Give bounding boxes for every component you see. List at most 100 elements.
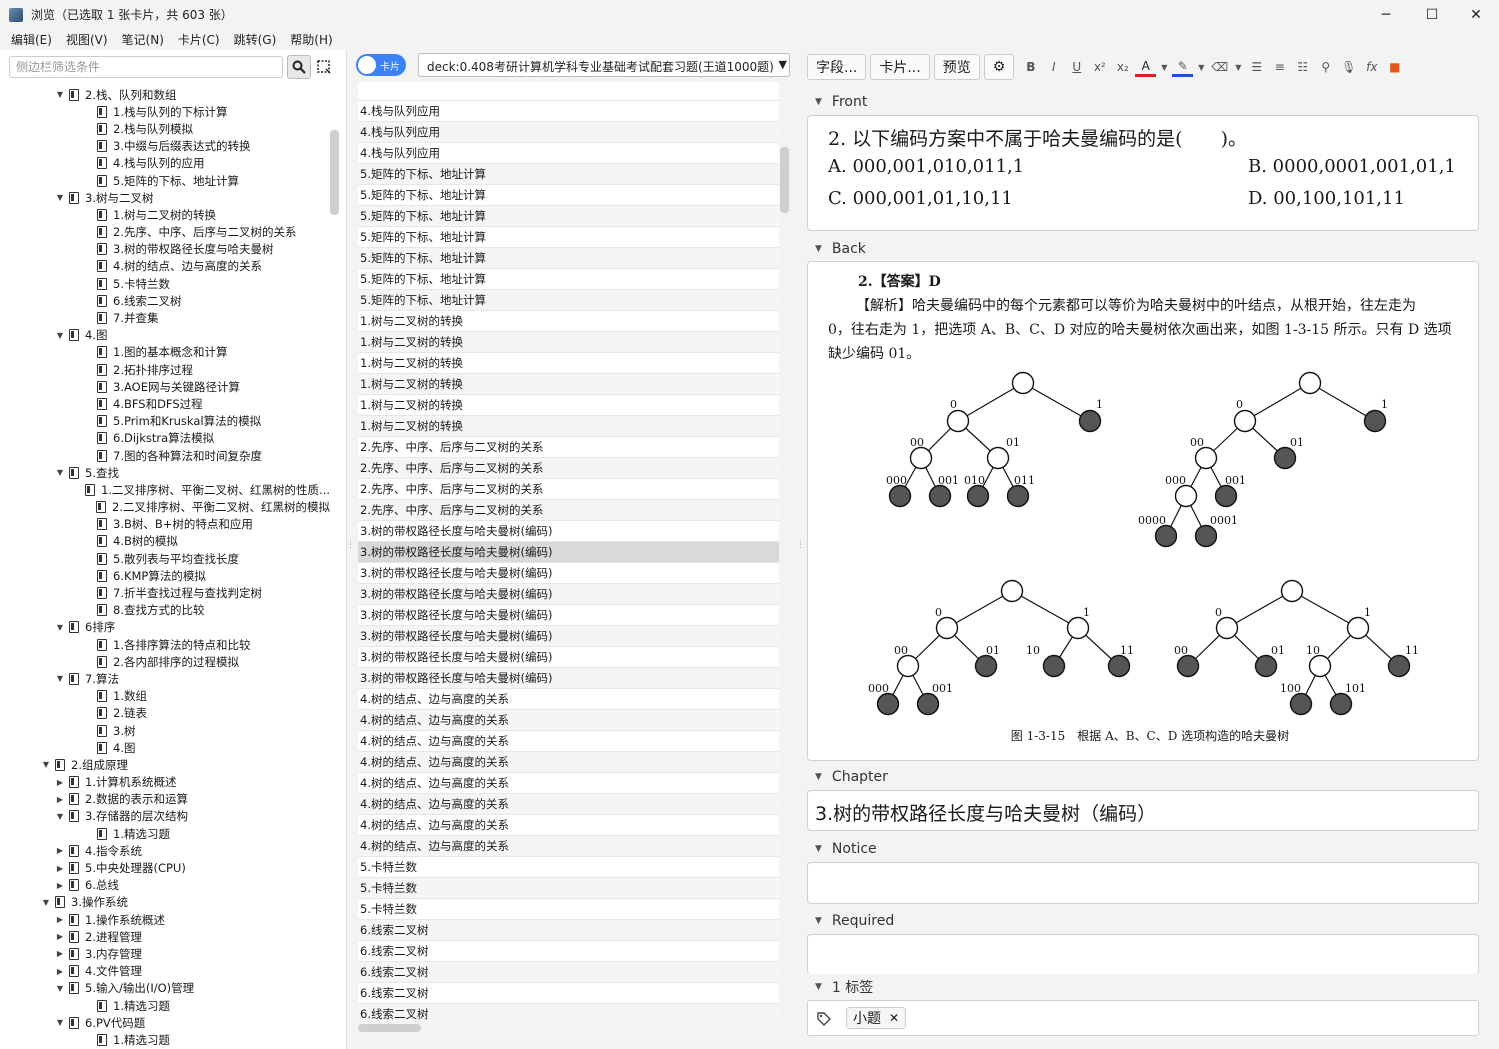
sidebar-tree-item[interactable]: 3.B树、B+树的特点和应用 bbox=[0, 516, 330, 533]
sidebar-tree-item[interactable]: ▼ 5.查找 bbox=[0, 464, 330, 481]
expand-arrow-icon[interactable]: ▶ bbox=[54, 932, 66, 941]
tag-editor[interactable]: 小题 ✕ bbox=[807, 1000, 1479, 1036]
collapse-arrow-icon[interactable]: ▼ bbox=[40, 760, 52, 769]
card-row[interactable]: 3.树的带权路径长度与哈夫曼树(编码) bbox=[358, 542, 779, 563]
card-list-scrollbar[interactable] bbox=[780, 147, 789, 213]
card-row[interactable]: 3.树的带权路径长度与哈夫曼树(编码) bbox=[358, 584, 779, 605]
sidebar-tree-item[interactable]: 5.矩阵的下标、地址计算 bbox=[0, 172, 330, 189]
card-row[interactable]: 2.先序、中序、后序与二叉树的关系 bbox=[358, 500, 779, 521]
expand-arrow-icon[interactable]: ▶ bbox=[54, 881, 66, 890]
sidebar-tree-item[interactable]: ▶ 6.总线 bbox=[0, 877, 330, 894]
card-row[interactable]: 4.树的结点、边与高度的关系 bbox=[358, 752, 779, 773]
sidebar-tree-item[interactable]: 2.拓扑排序过程 bbox=[0, 361, 330, 378]
sidebar-tree-item[interactable]: 7.折半查找过程与查找判定树 bbox=[0, 584, 330, 601]
sidebar-tree-item[interactable]: ▼ 3.存储器的层次结构 bbox=[0, 808, 330, 825]
card-row[interactable]: 3.树的带权路径长度与哈夫曼树(编码) bbox=[358, 605, 779, 626]
expand-arrow-icon[interactable]: ▶ bbox=[54, 967, 66, 976]
field-label-front[interactable]: ▼ Front bbox=[815, 94, 867, 110]
card-row[interactable]: 4.栈与队列应用 bbox=[358, 143, 779, 164]
sidebar-tree-item[interactable]: 5.散列表与平均查找长度 bbox=[0, 550, 330, 567]
card-row[interactable]: 5.矩阵的下标、地址计算 bbox=[358, 290, 779, 311]
card-row[interactable]: 2.先序、中序、后序与二叉树的关系 bbox=[358, 479, 779, 500]
card-row[interactable]: 4.树的结点、边与高度的关系 bbox=[358, 689, 779, 710]
sidebar-tree-item[interactable]: 6.KMP算法的模拟 bbox=[0, 567, 330, 584]
collapse-arrow-icon[interactable]: ▼ bbox=[54, 812, 66, 821]
sidebar-tree-item[interactable]: 6.Dijkstra算法模拟 bbox=[0, 430, 330, 447]
sidebar-tree-item[interactable]: 1.图的基本概念和计算 bbox=[0, 344, 330, 361]
sidebar-tree-item[interactable]: 2.先序、中序、后序与二叉树的关系 bbox=[0, 224, 330, 241]
card-row[interactable]: 6.线索二叉树 bbox=[358, 941, 779, 962]
sidebar-tree-item[interactable]: ▼ 6排序 bbox=[0, 619, 330, 636]
card-row[interactable]: 1.树与二叉树的转换 bbox=[358, 311, 779, 332]
sidebar-tree-item[interactable]: 1.各排序算法的特点和比较 bbox=[0, 636, 330, 653]
collapse-arrow-icon[interactable]: ▼ bbox=[54, 623, 66, 632]
front-field[interactable]: 2. 以下编码方案中不属于哈夫曼编码的是( )。 A. 000,001,010,… bbox=[807, 115, 1479, 231]
bold-icon[interactable]: B bbox=[1020, 55, 1041, 79]
card-row[interactable]: 2.先序、中序、后序与二叉树的关系 bbox=[358, 458, 779, 479]
expand-arrow-icon[interactable]: ▶ bbox=[54, 864, 66, 873]
sidebar-tree-item[interactable]: ▼ 5.输入/输出(I/O)管理 bbox=[0, 980, 330, 997]
field-label-notice[interactable]: ▼ Notice bbox=[815, 841, 877, 857]
card-row[interactable]: 5.矩阵的下标、地址计算 bbox=[358, 269, 779, 290]
card-row[interactable]: 3.树的带权路径长度与哈夫曼树(编码) bbox=[358, 647, 779, 668]
sidebar-tree-item[interactable]: 2.链表 bbox=[0, 705, 330, 722]
card-row[interactable]: 5.卡特兰数 bbox=[358, 878, 779, 899]
sidebar-select-button[interactable] bbox=[316, 59, 332, 75]
card-row[interactable]: 4.树的结点、边与高度的关系 bbox=[358, 794, 779, 815]
chevron-down-icon[interactable]: ▼ bbox=[1195, 55, 1207, 79]
eraser-icon[interactable]: ⌫ bbox=[1209, 55, 1230, 79]
chevron-down-icon[interactable]: ▼ bbox=[815, 772, 822, 782]
chevron-down-icon[interactable]: ▼ bbox=[815, 244, 822, 254]
collapse-arrow-icon[interactable]: ▼ bbox=[54, 674, 66, 683]
cards-button[interactable]: 卡片... bbox=[870, 54, 930, 80]
subscript-icon[interactable]: x₂ bbox=[1112, 55, 1133, 79]
sidebar-tree-item[interactable]: 1.树与二叉树的转换 bbox=[0, 206, 330, 223]
fields-button[interactable]: 字段... bbox=[807, 54, 867, 80]
expand-arrow-icon[interactable]: ▶ bbox=[54, 949, 66, 958]
notice-field[interactable] bbox=[807, 862, 1479, 904]
menu-go[interactable]: 跳转(G) bbox=[227, 31, 284, 48]
tag-remove-icon[interactable]: ✕ bbox=[889, 1011, 899, 1025]
collapse-arrow-icon[interactable]: ▼ bbox=[54, 193, 66, 202]
sidebar-tree-item[interactable]: ▶ 4.指令系统 bbox=[0, 842, 330, 859]
card-row[interactable]: 4.树的结点、边与高度的关系 bbox=[358, 815, 779, 836]
field-label-chapter[interactable]: ▼ Chapter bbox=[815, 769, 888, 785]
cards-notes-toggle[interactable]: 卡片 bbox=[356, 54, 406, 76]
gear-icon[interactable]: ⚙ bbox=[983, 54, 1015, 80]
sidebar-tree-item[interactable]: 1.数组 bbox=[0, 688, 330, 705]
highlight-icon[interactable]: ✎ bbox=[1172, 57, 1194, 77]
card-row[interactable]: 1.树与二叉树的转换 bbox=[358, 332, 779, 353]
tags-toggle[interactable]: ▼ 1 标签 bbox=[815, 977, 873, 997]
maximize-icon[interactable]: ☐ bbox=[1409, 0, 1455, 29]
sidebar-tree-item[interactable]: ▶ 5.中央处理器(CPU) bbox=[0, 859, 330, 876]
back-field[interactable]: 2.【答案】D 【解析】哈夫曼编码中的每个元素都可以等价为哈夫曼树中的叶结点，从… bbox=[807, 261, 1479, 761]
card-row[interactable]: 6.线索二叉树 bbox=[358, 920, 779, 941]
sidebar-tree-item[interactable]: ▶ 4.文件管理 bbox=[0, 963, 330, 980]
sidebar-tree-item[interactable]: 4.BFS和DFS过程 bbox=[0, 395, 330, 412]
sidebar-tree-item[interactable]: ▼ 6.PV代码题 bbox=[0, 1014, 330, 1031]
card-row[interactable]: 5.卡特兰数 bbox=[358, 857, 779, 878]
card-row[interactable]: 4.树的结点、边与高度的关系 bbox=[358, 731, 779, 752]
sidebar-tree-item[interactable]: 6.线索二叉树 bbox=[0, 292, 330, 309]
sidebar-tree-item[interactable]: ▶ 3.内存管理 bbox=[0, 945, 330, 962]
card-row[interactable]: 3.树的带权路径长度与哈夫曼树(编码) bbox=[358, 626, 779, 647]
menu-help[interactable]: 帮助(H) bbox=[283, 31, 339, 48]
chevron-down-icon[interactable]: ▼ bbox=[1158, 55, 1170, 79]
card-row[interactable]: 6.线索二叉树 bbox=[358, 1004, 779, 1021]
ordered-list-icon[interactable]: ≡ bbox=[1269, 55, 1290, 79]
chevron-down-icon[interactable]: ▼ bbox=[815, 97, 822, 107]
sidebar-tree-item[interactable]: 2.各内部排序的过程模拟 bbox=[0, 653, 330, 670]
underline-icon[interactable]: U bbox=[1066, 55, 1087, 79]
card-row[interactable]: 5.矩阵的下标、地址计算 bbox=[358, 227, 779, 248]
superscript-icon[interactable]: x² bbox=[1089, 55, 1110, 79]
card-row[interactable]: 2.先序、中序、后序与二叉树的关系 bbox=[358, 437, 779, 458]
expand-arrow-icon[interactable]: ▶ bbox=[54, 915, 66, 924]
chevron-down-icon[interactable]: ▼ bbox=[815, 916, 822, 926]
chapter-field[interactable]: 3.树的带权路径长度与哈夫曼树（编码） bbox=[807, 790, 1479, 831]
menu-cards[interactable]: 卡片(C) bbox=[171, 31, 227, 48]
collapse-arrow-icon[interactable]: ▼ bbox=[54, 1018, 66, 1027]
card-row[interactable]: 3.树的带权路径长度与哈夫曼树(编码) bbox=[358, 521, 779, 542]
unordered-list-icon[interactable]: ☰ bbox=[1246, 55, 1267, 79]
chevron-down-icon[interactable]: ▼ bbox=[815, 982, 822, 992]
editor-splitter[interactable]: ⋮ bbox=[796, 540, 805, 552]
